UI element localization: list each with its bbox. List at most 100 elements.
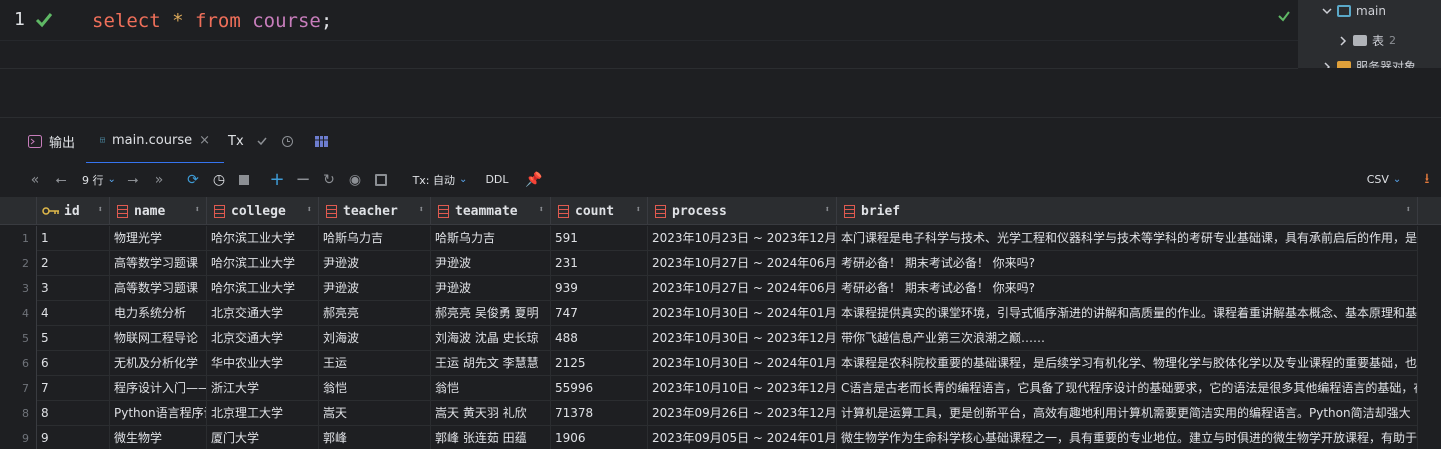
cell-count[interactable]: 747: [551, 301, 648, 326]
row-number[interactable]: 8: [0, 401, 37, 426]
inspection-ok-icon[interactable]: [1276, 8, 1292, 24]
tab-main-course[interactable]: main.course ×: [86, 118, 224, 164]
cell-teacher[interactable]: 郝亮亮: [319, 301, 431, 326]
row-number[interactable]: 4: [0, 301, 37, 326]
cell-brief[interactable]: 带你飞越信息产业第三次浪潮之巅……: [837, 326, 1418, 351]
sort-icon[interactable]: ⬍: [636, 205, 641, 215]
table-row[interactable]: 9 9 微生物学 厦门大学 郭峰 郭峰 张连茹 田蕴 1906 2023年09月05日 ~ 2…: [0, 426, 1441, 449]
sort-icon[interactable]: ⬍: [1406, 205, 1411, 215]
cell-teacher[interactable]: 翁恺: [319, 376, 431, 401]
column-header-college[interactable]: college ⬍: [207, 197, 319, 225]
cell-brief[interactable]: 本门课程是电子科学与技术、光学工程和仪器科学与技术等学科的考研专业基础课，具有承…: [837, 226, 1418, 251]
sql-code[interactable]: select * from course;: [92, 10, 332, 32]
cell-teacher[interactable]: 郭峰: [319, 426, 431, 449]
cell-count[interactable]: 71378: [551, 401, 648, 426]
cell-teammate[interactable]: 哈斯乌力吉: [431, 226, 551, 251]
sort-icon[interactable]: ⬍: [539, 205, 544, 215]
sql-editor[interactable]: 1 select * from course;: [0, 0, 1298, 68]
ddl-button[interactable]: DDL: [484, 163, 510, 196]
tree-item-main[interactable]: main: [1322, 4, 1386, 18]
column-header-teammate[interactable]: teammate ⬍: [431, 197, 551, 225]
next-page-icon[interactable]: ⭢: [126, 163, 140, 196]
cell-brief[interactable]: C语言是古老而长青的编程语言，它具备了现代程序设计的基础要求，它的语法是很多其他…: [837, 376, 1418, 401]
layout-button[interactable]: [315, 118, 328, 164]
pin-icon[interactable]: 📌: [525, 163, 542, 196]
cell-count[interactable]: 55996: [551, 376, 648, 401]
cell-process[interactable]: 2023年10月30日 ~ 2023年12月3: [648, 326, 837, 351]
cell-name[interactable]: 程序设计入门——C: [110, 376, 207, 401]
table-row[interactable]: 4 4 电力系统分析 北京交通大学 郝亮亮 郝亮亮 吴俊勇 夏明 747 2023年10月30…: [0, 301, 1441, 326]
cell-college[interactable]: 哈尔滨工业大学: [207, 226, 319, 251]
cell-teammate[interactable]: 翁恺: [431, 376, 551, 401]
cell-process[interactable]: 2023年09月05日 ~ 2024年01月3: [648, 426, 837, 449]
cell-id[interactable]: 4: [37, 301, 110, 326]
cell-teammate[interactable]: 刘海波 沈晶 史长琼: [431, 326, 551, 351]
cell-college[interactable]: 北京交通大学: [207, 301, 319, 326]
last-page-icon[interactable]: »: [152, 163, 166, 196]
close-icon[interactable]: ×: [199, 133, 210, 148]
tx-mode-dropdown[interactable]: Tx: 自动 ⌄: [410, 163, 470, 196]
cell-name[interactable]: 物联网工程导论: [110, 326, 207, 351]
table-row[interactable]: 5 5 物联网工程导论 北京交通大学 刘海波 刘海波 沈晶 史长琼 488 2023年10月3…: [0, 326, 1441, 351]
rollback-button[interactable]: [281, 118, 294, 164]
first-page-icon[interactable]: «: [28, 163, 42, 196]
cell-brief[interactable]: 考研必备！ 期末考试必备！ 你来吗?: [837, 251, 1418, 276]
cell-teacher[interactable]: 嵩天: [319, 401, 431, 426]
cell-id[interactable]: 9: [37, 426, 110, 449]
cell-college[interactable]: 哈尔滨工业大学: [207, 276, 319, 301]
prev-page-icon[interactable]: ⭠: [54, 163, 68, 196]
tree-item-server-objects[interactable]: 服务器对象: [1322, 58, 1416, 68]
cell-college[interactable]: 哈尔滨工业大学: [207, 251, 319, 276]
cell-brief[interactable]: 微生物学作为生命科学核心基础课程之一，具有重要的专业地位。建立与时俱进的微生物学…: [837, 426, 1418, 449]
cell-teammate[interactable]: 郝亮亮 吴俊勇 夏明: [431, 301, 551, 326]
cell-teacher[interactable]: 尹逊波: [319, 251, 431, 276]
delete-row-icon[interactable]: −: [295, 163, 310, 196]
tab-tx[interactable]: Tx: [228, 118, 244, 164]
cell-name[interactable]: 电力系统分析: [110, 301, 207, 326]
cell-brief[interactable]: 考研必备！ 期末考试必备！ 你来吗?: [837, 276, 1418, 301]
revert-icon[interactable]: ↻: [321, 163, 337, 196]
table-row[interactable]: 6 6 无机及分析化学 华中农业大学 王运 王运 胡先文 李慧慧 2125 2023年10月3…: [0, 351, 1441, 376]
column-header-teacher[interactable]: teacher ⬍: [319, 197, 431, 225]
cell-teacher[interactable]: 刘海波: [319, 326, 431, 351]
cell-brief[interactable]: 计算机是运算工具，更是创新平台，高效有趣地利用计算机需要更简洁实用的编程语言。P…: [837, 401, 1418, 426]
cell-teacher[interactable]: 王运: [319, 351, 431, 376]
cell-teammate[interactable]: 王运 胡先文 李慧慧: [431, 351, 551, 376]
cell-college[interactable]: 北京理工大学: [207, 401, 319, 426]
history-icon[interactable]: ◷: [211, 163, 227, 196]
table-row[interactable]: 88Python语言程序设计北京理工大学嵩天嵩天 黄天羽 礼欣713782023…: [0, 401, 1441, 426]
export-format-dropdown[interactable]: CSV ⌄: [1362, 163, 1406, 196]
cell-name[interactable]: 无机及分析化学: [110, 351, 207, 376]
view-icon[interactable]: ◉: [347, 163, 363, 196]
row-number[interactable]: 6: [0, 351, 37, 376]
cell-name[interactable]: 物理光学: [110, 226, 207, 251]
cell-id[interactable]: 3: [37, 276, 110, 301]
cell-id[interactable]: 5: [37, 326, 110, 351]
cell-name[interactable]: Python语言程序设计: [110, 401, 207, 426]
cell-teacher[interactable]: 哈斯乌力吉: [319, 226, 431, 251]
cell-name[interactable]: 微生物学: [110, 426, 207, 449]
database-tree[interactable]: main 表 2 服务器对象: [1298, 0, 1441, 68]
download-icon[interactable]: ⭳: [1420, 163, 1434, 196]
table-row[interactable]: 1 1 物理光学 哈尔滨工业大学 哈斯乌力吉 哈斯乌力吉 591 2023年10月23日 ~ …: [0, 226, 1441, 251]
tree-item-tables[interactable]: 表 2: [1338, 32, 1396, 49]
sort-icon[interactable]: ⬍: [825, 205, 830, 215]
commit-button[interactable]: [256, 118, 268, 164]
cell-id[interactable]: 2: [37, 251, 110, 276]
sort-icon[interactable]: ⬍: [307, 205, 312, 215]
cell-process[interactable]: 2023年10月30日 ~ 2024年01月2: [648, 351, 837, 376]
row-number[interactable]: 9: [0, 426, 37, 449]
cell-teammate[interactable]: 尹逊波: [431, 276, 551, 301]
table-row[interactable]: 3 3 高等数学习题课 哈尔滨工业大学 尹逊波 尹逊波 939 2023年10月27日 ~ 2…: [0, 276, 1441, 301]
row-number[interactable]: 1: [0, 226, 37, 251]
cell-id[interactable]: 7: [37, 376, 110, 401]
cell-process[interactable]: 2023年09月26日 ~ 2023年12月3: [648, 401, 837, 426]
column-header-count[interactable]: count ⬍: [551, 197, 648, 225]
cell-name[interactable]: 高等数学习题课: [110, 251, 207, 276]
sort-icon[interactable]: ⬍: [195, 205, 200, 215]
cell-teammate[interactable]: 嵩天 黄天羽 礼欣: [431, 401, 551, 426]
table-row[interactable]: 77程序设计入门——C浙江大学翁恺翁恺559962023年10月10日 ~ 20…: [0, 376, 1441, 401]
results-grid[interactable]: id ⬍ name ⬍ college ⬍ teacher ⬍ teammate ⬍ co…: [0, 197, 1441, 449]
cell-process[interactable]: 2023年10月23日 ~ 2023年12月3: [648, 226, 837, 251]
row-number[interactable]: 5: [0, 326, 37, 351]
